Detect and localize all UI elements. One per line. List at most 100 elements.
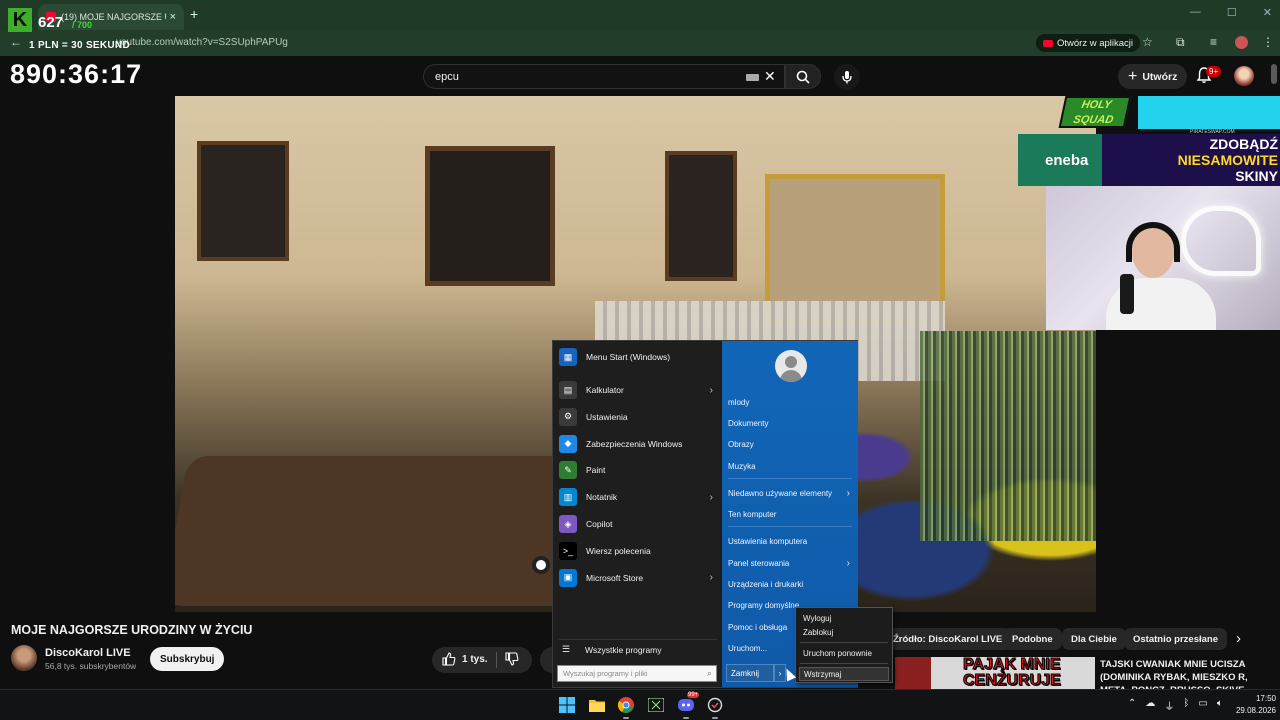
chevron-up-icon[interactable]: ⌃ (1128, 698, 1136, 713)
start-place-label: Pomoc i obsługa (728, 622, 788, 632)
video-watermark-icon (532, 556, 550, 574)
start-place-2[interactable]: Obrazy (728, 435, 854, 453)
search-button[interactable] (785, 64, 821, 89)
start-item-copilot[interactable]: ◈ Copilot (559, 512, 717, 536)
start-place-8[interactable]: Urządzenia i drukarki (728, 575, 854, 593)
scrollbar-thumb[interactable] (1271, 64, 1277, 84)
menu-item-sleep[interactable]: Wstrzymaj (799, 667, 889, 681)
user-picture[interactable] (775, 350, 807, 382)
create-button[interactable]: + Utwórz (1118, 64, 1188, 89)
bluetooth-icon[interactable]: ᛒ (1183, 698, 1189, 713)
start-icon: ▦ (559, 348, 577, 366)
start-place-1[interactable]: Dokumenty (728, 414, 854, 432)
minimize-icon[interactable]: — (1190, 6, 1201, 19)
chip-recently-uploaded[interactable]: Ostatnio przesłane (1124, 628, 1227, 650)
menu-separator (728, 478, 852, 479)
start-item-paint[interactable]: ✎ Paint (559, 458, 717, 482)
discord-button[interactable]: 99+ (675, 692, 700, 719)
xbox-app-button[interactable] (645, 694, 667, 716)
chip-source[interactable]: Źródło: DiscoKarol LIVE (887, 628, 1012, 650)
stream-logo: K (8, 8, 32, 32)
start-search-placeholder: Wyszukaj programy i pliki (563, 669, 648, 678)
start-place-6[interactable]: Ustawienia komputera (728, 532, 854, 550)
voice-search-button[interactable] (834, 64, 860, 90)
system-tray: ⌃ ☁ ⏚ ᛒ ▭ 🔈︎ (1128, 698, 1223, 713)
clear-search-icon[interactable]: ✕ (764, 68, 776, 85)
menu-item-lock[interactable]: Zablokuj (799, 625, 889, 639)
chip-related[interactable]: Podobne (1003, 628, 1062, 650)
clock-date[interactable]: 29.08.2026 (1220, 706, 1276, 715)
chip-for-you[interactable]: Dla Ciebie (1062, 628, 1126, 650)
keyboard-icon[interactable] (746, 74, 759, 81)
microphone-stand (1120, 274, 1134, 314)
open-in-app-button[interactable]: Otwórz w aplikacji (1036, 34, 1141, 52)
browser-tab-bar: (19) MOJE NAJGORSZE URODZ × + — ☐ ✕ (0, 0, 1280, 30)
shutdown-button[interactable]: Zamknij (726, 664, 774, 682)
onedrive-icon[interactable]: ☁ (1145, 698, 1155, 713)
start-item-zabezpieczenia-windows[interactable]: ◆ Zabezpieczenia Windows (559, 432, 717, 456)
menu-separator (800, 663, 888, 664)
start-place-label: Programy domyślne (728, 600, 800, 610)
start-item-wiersz-polecenia[interactable]: >_ Wiersz polecenia (559, 539, 717, 563)
chevron-right-icon[interactable]: › (710, 492, 713, 503)
skins-line-1: ZDOBĄDŹ (1209, 136, 1278, 152)
start-place-3[interactable]: Muzyka (728, 457, 854, 475)
menu-item-log-off[interactable]: Wyloguj (799, 611, 889, 625)
start-item-menu-start-windows[interactable]: ▦ Menu Start (Windows) (559, 345, 717, 369)
browser-profile-avatar[interactable] (1235, 36, 1248, 49)
new-tab-button[interactable]: + (190, 6, 198, 22)
clock-time[interactable]: 17:50 (1232, 694, 1276, 703)
chrome-icon (618, 697, 634, 713)
menu-item-restart[interactable]: Uruchom ponownie (799, 646, 889, 660)
url-field[interactable]: youtube.com/watch?v=S2SUphPAPUg (116, 37, 288, 48)
start-item-label: Copilot (586, 519, 613, 529)
chevron-right-icon[interactable]: › (847, 488, 850, 499)
tab-close-icon[interactable]: × (170, 11, 176, 23)
media-control-icon[interactable]: ≡ (1210, 35, 1217, 49)
start-place-label: Niedawno używane elementy (728, 488, 833, 498)
start-item-ustawienia[interactable]: ⚙ Ustawienia (559, 405, 717, 429)
back-arrow-icon[interactable]: ← (10, 35, 22, 49)
thumbs-down-icon[interactable] (505, 652, 519, 666)
start-place-0[interactable]: mlody (728, 393, 854, 411)
all-programs-button[interactable]: ☰ Wszystkie programy (559, 639, 717, 659)
browser-menu-icon[interactable]: ⋮ (1262, 35, 1274, 49)
search-input[interactable]: epcu (435, 71, 459, 83)
chevron-right-icon[interactable]: › (710, 385, 713, 396)
video-title: MOJE NAJGORSZE URODZINY W ŻYCIU (11, 623, 253, 637)
account-avatar[interactable] (1234, 66, 1254, 86)
extensions-icon[interactable]: ⧉ (1176, 35, 1185, 50)
start-item-notatnik[interactable]: ▥ Notatnik › (559, 485, 717, 509)
window-controls: — ☐ ✕ (1190, 6, 1272, 19)
start-item-kalkulator[interactable]: ▤ Kalkulator › (559, 378, 717, 402)
maximize-icon[interactable]: ☐ (1227, 6, 1237, 19)
chevron-right-icon[interactable]: › (710, 572, 713, 583)
search-box[interactable]: epcu ✕ (423, 64, 785, 89)
chevron-right-icon[interactable]: › (1236, 630, 1241, 647)
file-explorer-button[interactable] (586, 694, 608, 716)
app-button[interactable] (704, 694, 726, 719)
network-icon[interactable]: ▭ (1198, 698, 1207, 713)
channel-avatar[interactable] (11, 645, 37, 671)
start-place-label: Dokumenty (728, 418, 769, 428)
chevron-right-icon[interactable]: › (847, 558, 850, 569)
recommended-thumbnail[interactable]: PAJĄK MNIE CENZURUJE (895, 657, 1095, 689)
start-place-5[interactable]: Ten komputer (728, 505, 854, 523)
recommended-title[interactable]: TAJSKI CWANIAK MNIE UCISZA (DOMINIKA RYB… (1100, 658, 1270, 689)
like-button[interactable]: 1 tys. (442, 652, 488, 666)
chrome-button[interactable] (615, 694, 637, 719)
start-place-7[interactable]: Panel sterowania › (728, 554, 854, 572)
windows-start-button[interactable] (556, 694, 578, 716)
start-item-label: Wiersz polecenia (586, 545, 651, 556)
channel-name[interactable]: DiscoKarol LIVE (45, 647, 131, 659)
start-item-label: Zabezpieczenia Windows (586, 438, 683, 449)
start-item-microsoft-store[interactable]: ▣ Microsoft Store › (559, 566, 717, 590)
subscribe-button[interactable]: Subskrybuj (150, 647, 225, 671)
calculator-icon: ▤ (559, 381, 577, 399)
start-place-4[interactable]: Niedawno używane elementy › (728, 484, 854, 502)
bookmark-star-icon[interactable]: ☆ (1142, 35, 1153, 49)
start-search-input[interactable]: Wyszukaj programy i pliki ⌕ (557, 665, 717, 682)
close-window-icon[interactable]: ✕ (1263, 6, 1272, 19)
running-indicator (683, 717, 689, 719)
usb-icon[interactable]: ⏚ (1164, 698, 1174, 713)
